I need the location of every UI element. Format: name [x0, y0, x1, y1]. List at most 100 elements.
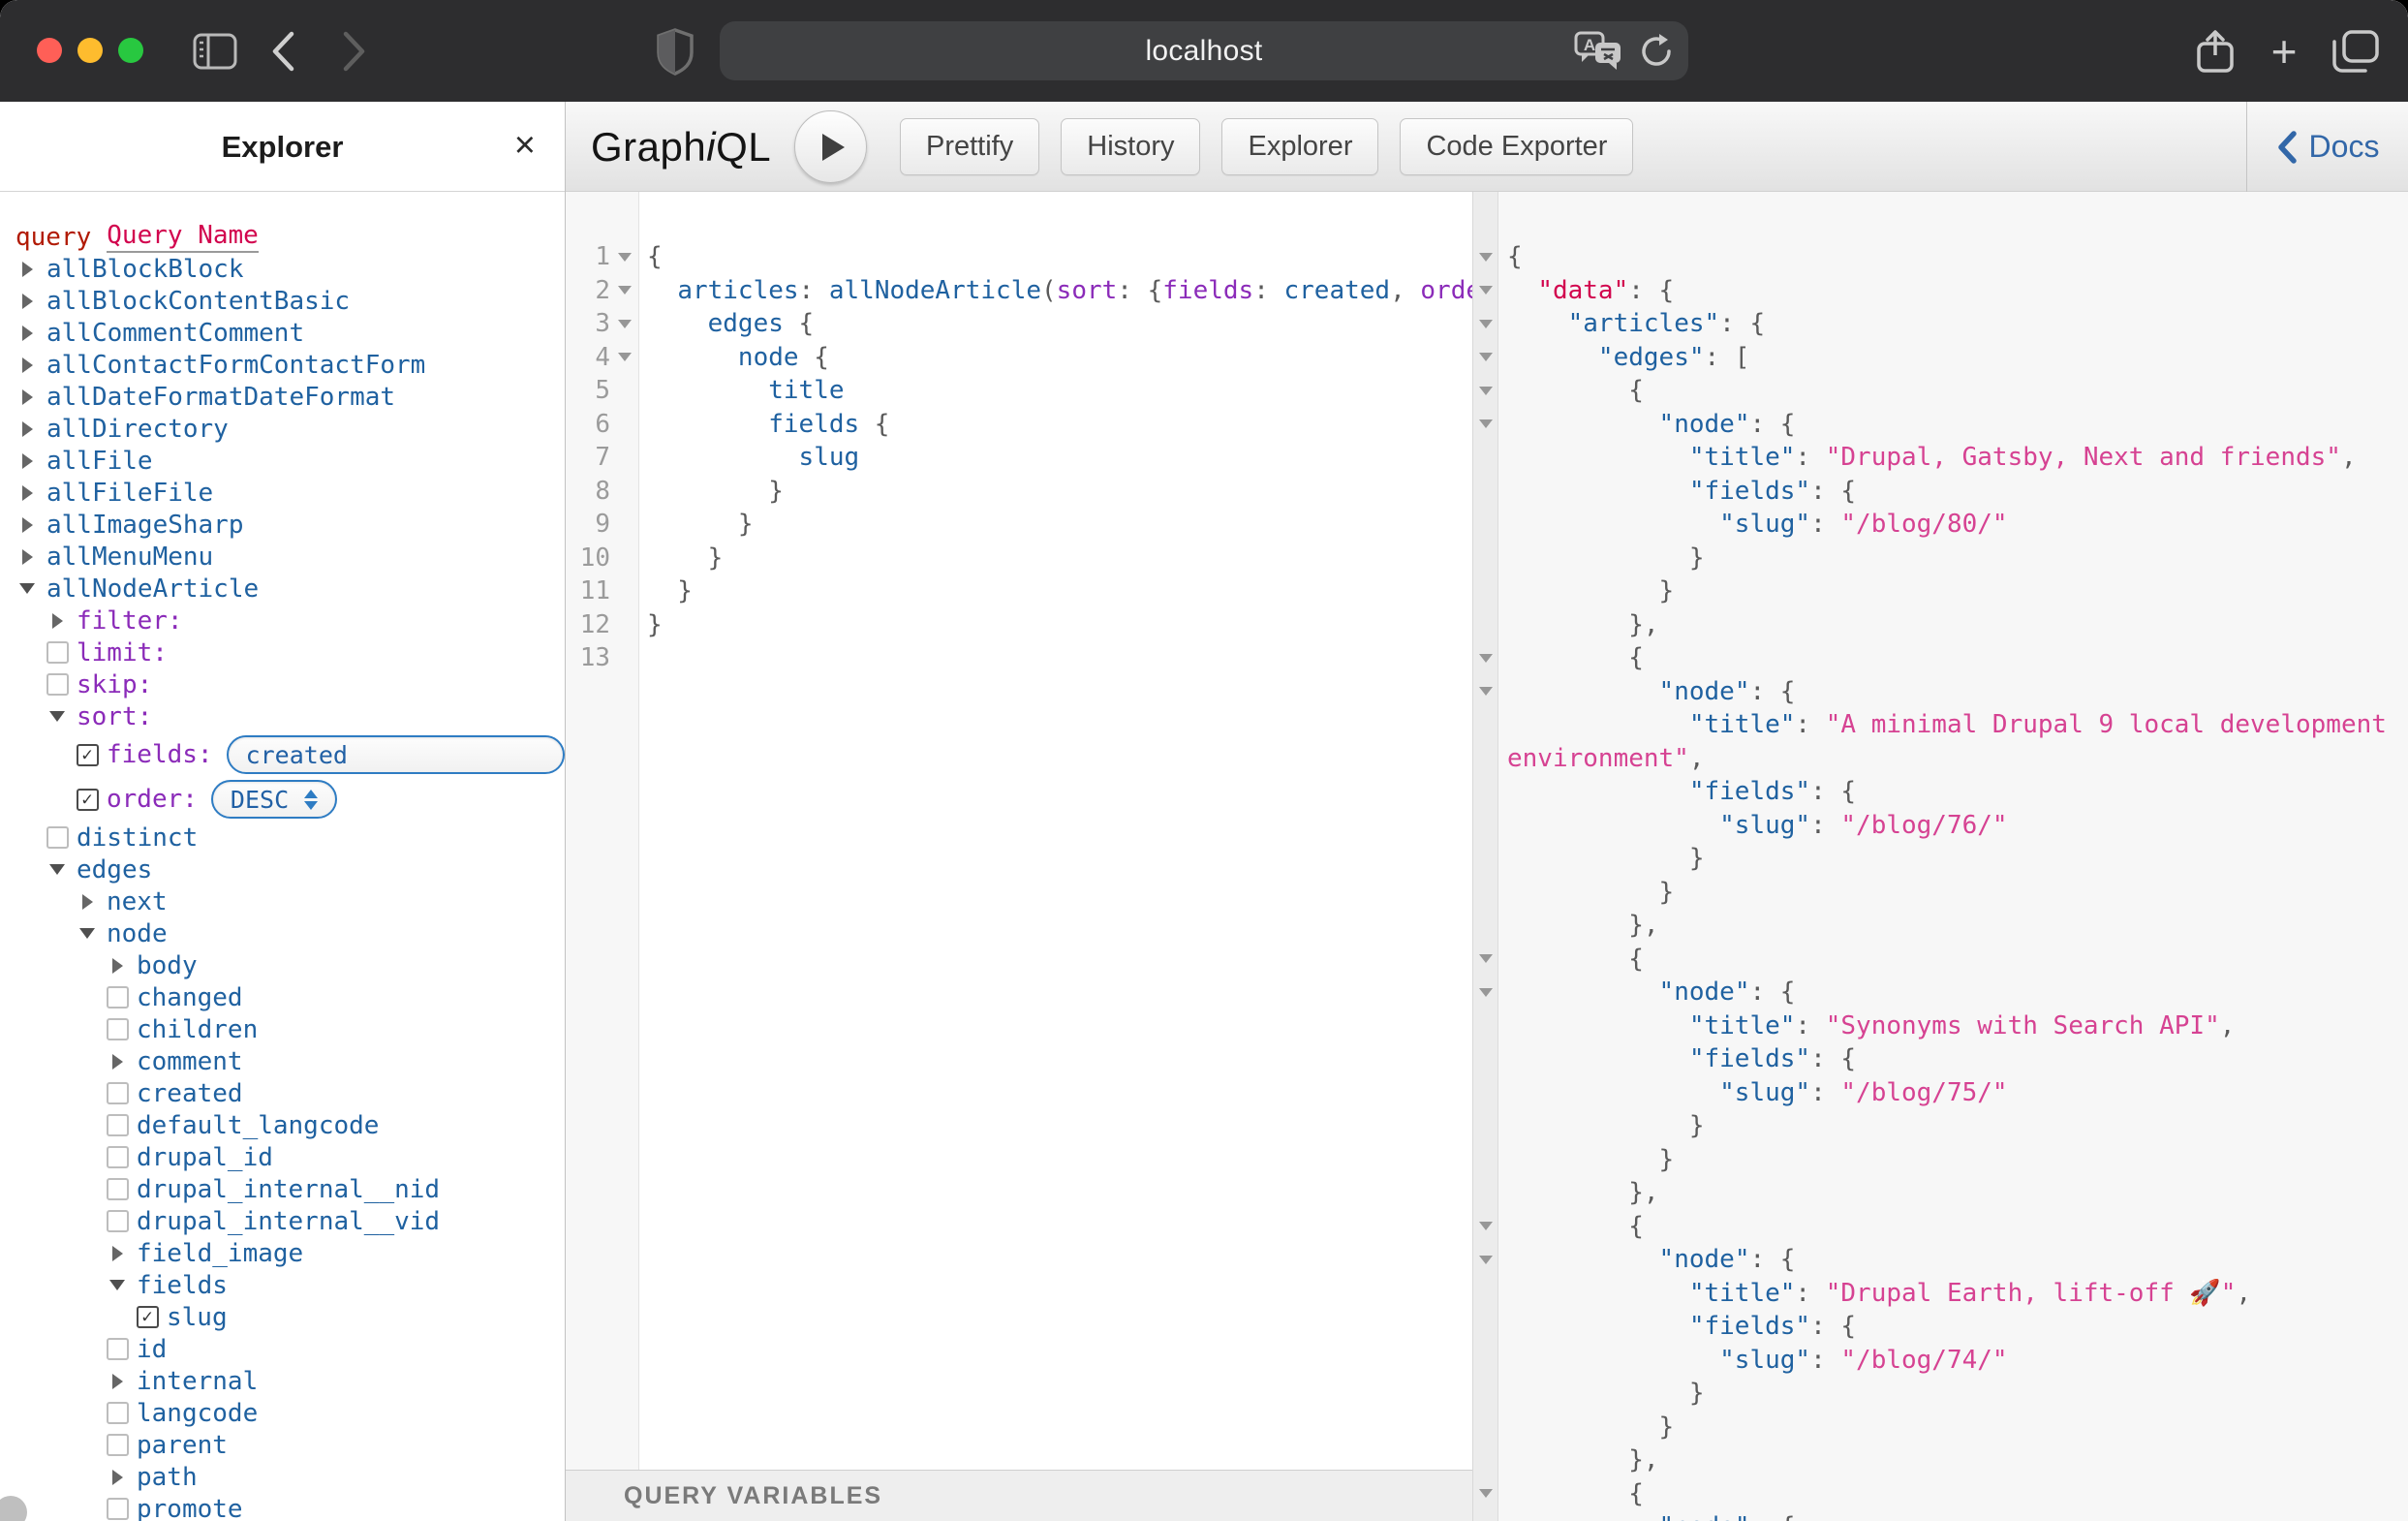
- fold-toggle-icon[interactable]: [1472, 954, 1498, 964]
- privacy-shield-icon[interactable]: [651, 0, 699, 102]
- code-exporter-button[interactable]: Code Exporter: [1400, 118, 1634, 175]
- checkbox-icon[interactable]: [106, 1434, 129, 1456]
- fold-toggle-icon[interactable]: [1472, 987, 1498, 997]
- explorer-tree-row[interactable]: allImageSharp: [15, 509, 565, 541]
- explorer-tree-row[interactable]: allBlockContentBasic: [15, 285, 565, 317]
- fold-toggle-icon[interactable]: [610, 286, 639, 295]
- chevron-expanded-icon[interactable]: [15, 583, 39, 594]
- history-button[interactable]: History: [1061, 118, 1201, 175]
- fold-toggle-icon[interactable]: [610, 319, 639, 328]
- chevron-collapsed-icon[interactable]: [106, 1053, 129, 1070]
- response-pane[interactable]: { "data": { "articles": { "edges": [ { "…: [1472, 192, 2408, 1521]
- explorer-tree-row[interactable]: langcode: [15, 1397, 565, 1429]
- chevron-expanded-icon[interactable]: [106, 1280, 129, 1290]
- share-icon[interactable]: [2191, 0, 2239, 102]
- prettify-button[interactable]: Prettify: [900, 118, 1040, 175]
- explorer-tree-row[interactable]: field_image: [15, 1237, 565, 1269]
- chevron-expanded-icon[interactable]: [76, 928, 99, 939]
- checkbox-icon[interactable]: [106, 1210, 129, 1232]
- checkbox-icon[interactable]: [106, 1018, 129, 1040]
- fold-toggle-icon[interactable]: [1472, 319, 1498, 328]
- fold-toggle-icon[interactable]: [1472, 687, 1498, 697]
- chevron-collapsed-icon[interactable]: [15, 484, 39, 501]
- chevron-collapsed-icon[interactable]: [15, 293, 39, 309]
- chevron-collapsed-icon[interactable]: [15, 325, 39, 341]
- checkbox-checked-icon[interactable]: ✓: [136, 1306, 159, 1328]
- explorer-tree-row[interactable]: allDirectory: [15, 413, 565, 445]
- reload-icon[interactable]: [1638, 32, 1675, 71]
- checkbox-icon[interactable]: [106, 1146, 129, 1168]
- fold-toggle-icon[interactable]: [1472, 1255, 1498, 1264]
- explorer-tree-row[interactable]: ✓ fields: created: [15, 732, 565, 777]
- query-name-row[interactable]: query Query Name: [15, 221, 565, 253]
- chevron-collapsed-icon[interactable]: [106, 1245, 129, 1261]
- explorer-tree-row[interactable]: allMenuMenu: [15, 541, 565, 573]
- fold-toggle-icon[interactable]: [1472, 1489, 1498, 1499]
- explorer-tree-row[interactable]: promote: [15, 1493, 565, 1521]
- explorer-tree-row[interactable]: sort:: [15, 700, 565, 732]
- explorer-button[interactable]: Explorer: [1221, 118, 1379, 175]
- explorer-tree-row[interactable]: skip:: [15, 668, 565, 700]
- explorer-tree-row[interactable]: limit:: [15, 636, 565, 668]
- explorer-tree-row[interactable]: node: [15, 917, 565, 949]
- checkbox-icon[interactable]: [106, 1498, 129, 1520]
- fold-toggle-icon[interactable]: [610, 252, 639, 262]
- sort-order-select[interactable]: DESC: [210, 780, 338, 819]
- sort-fields-input[interactable]: created: [226, 735, 565, 774]
- chevron-collapsed-icon[interactable]: [15, 261, 39, 277]
- explorer-tree-row[interactable]: ✓ slug: [15, 1301, 565, 1333]
- checkbox-icon[interactable]: [106, 1114, 129, 1136]
- explorer-tree-row[interactable]: internal: [15, 1365, 565, 1397]
- query-editor[interactable]: 1{2 articles: allNodeArticle(sort: {fiel…: [566, 192, 1472, 1470]
- translate-icon[interactable]: A: [1574, 31, 1624, 72]
- explorer-tree-row[interactable]: allFileFile: [15, 477, 565, 509]
- explorer-tree-row[interactable]: default_langcode: [15, 1109, 565, 1141]
- chevron-collapsed-icon[interactable]: [106, 1469, 129, 1485]
- chevron-collapsed-icon[interactable]: [15, 516, 39, 533]
- chevron-collapsed-icon[interactable]: [15, 420, 39, 437]
- execute-button[interactable]: [794, 110, 867, 183]
- docs-tab[interactable]: Docs: [2246, 102, 2408, 192]
- close-window-icon[interactable]: [37, 38, 62, 63]
- chevron-collapsed-icon[interactable]: [15, 357, 39, 373]
- query-name[interactable]: Query Name: [107, 221, 259, 253]
- explorer-tree-row[interactable]: allDateFormatDateFormat: [15, 381, 565, 413]
- checkbox-icon[interactable]: [46, 826, 69, 849]
- checkbox-icon[interactable]: [46, 673, 69, 696]
- fold-toggle-icon[interactable]: [1472, 386, 1498, 395]
- chevron-collapsed-icon[interactable]: [106, 957, 129, 974]
- explorer-tree-row[interactable]: id: [15, 1333, 565, 1365]
- chevron-collapsed-icon[interactable]: [15, 548, 39, 565]
- checkbox-icon[interactable]: [106, 986, 129, 1009]
- checkbox-icon[interactable]: [106, 1178, 129, 1200]
- zoom-window-icon[interactable]: [118, 38, 143, 63]
- fold-toggle-icon[interactable]: [1472, 252, 1498, 262]
- chevron-collapsed-icon[interactable]: [76, 893, 99, 910]
- back-icon[interactable]: [263, 0, 302, 102]
- query-variables-bar[interactable]: QUERY VARIABLES: [566, 1470, 1472, 1521]
- explorer-tree-row[interactable]: allNodeArticle: [15, 573, 565, 605]
- new-tab-icon[interactable]: +: [2263, 0, 2305, 102]
- explorer-tree-row[interactable]: allBlockBlock: [15, 253, 565, 285]
- explorer-tree-row[interactable]: allFile: [15, 445, 565, 477]
- explorer-tree-row[interactable]: parent: [15, 1429, 565, 1461]
- checkbox-icon[interactable]: [106, 1402, 129, 1424]
- fold-toggle-icon[interactable]: [1472, 419, 1498, 429]
- explorer-tree-row[interactable]: path: [15, 1461, 565, 1493]
- explorer-tree-row[interactable]: distinct: [15, 822, 565, 854]
- fold-toggle-icon[interactable]: [1472, 1222, 1498, 1231]
- explorer-tree-row[interactable]: comment: [15, 1045, 565, 1077]
- explorer-tree-row[interactable]: fields: [15, 1269, 565, 1301]
- checkbox-icon[interactable]: [46, 641, 69, 664]
- explorer-tree-row[interactable]: created: [15, 1077, 565, 1109]
- checkbox-checked-icon[interactable]: ✓: [76, 743, 99, 766]
- checkbox-checked-icon[interactable]: ✓: [76, 788, 99, 811]
- explorer-tree-row[interactable]: changed: [15, 981, 565, 1013]
- explorer-tree-row[interactable]: children: [15, 1013, 565, 1045]
- fold-toggle-icon[interactable]: [1472, 353, 1498, 362]
- chevron-collapsed-icon[interactable]: [46, 612, 69, 629]
- sidebar-toggle-icon[interactable]: [190, 0, 240, 102]
- explorer-tree-row[interactable]: ✓ order: DESC: [15, 777, 565, 822]
- chevron-expanded-icon[interactable]: [46, 711, 69, 722]
- address-bar[interactable]: localhost A: [720, 21, 1688, 80]
